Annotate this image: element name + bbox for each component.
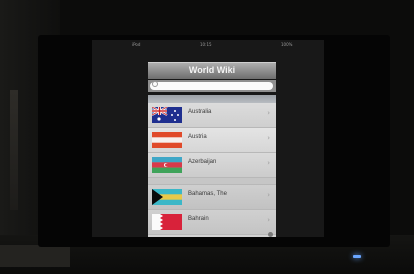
page-title: World Wiki — [188, 65, 236, 75]
bahamas-flag-icon — [152, 189, 182, 205]
list-item-bahamas[interactable]: Bahamas, The › — [148, 185, 276, 210]
background-object — [0, 245, 70, 267]
country-label: Australia — [188, 109, 212, 115]
austria-flag-icon — [152, 132, 182, 148]
section-header — [148, 95, 276, 103]
carrier-label: iPod — [132, 42, 141, 47]
battery-label: 100% — [281, 42, 293, 47]
list-item-bahrain[interactable]: Bahrain › — [148, 210, 276, 235]
country-label: Azerbaijan — [188, 159, 217, 165]
search-bar — [148, 80, 276, 92]
tablet-screen: iPod 10:15 100% World Wiki Australia › A… — [92, 40, 324, 237]
bahrain-flag-icon — [152, 214, 182, 230]
country-label: Austria — [188, 134, 207, 140]
background-object — [10, 90, 18, 210]
search-input[interactable] — [150, 82, 273, 90]
country-label: Bahamas, The — [188, 191, 227, 197]
country-list: Australia › Austria › Azerbaijan › Baham… — [148, 95, 276, 237]
list-item-austria[interactable]: Austria › — [148, 128, 276, 153]
search-icon — [152, 81, 158, 87]
list-divider — [148, 178, 276, 185]
australia-flag-icon — [152, 107, 182, 123]
indicator-light — [353, 255, 361, 258]
list-item-australia[interactable]: Australia › — [148, 103, 276, 128]
clock-label: 10:15 — [200, 42, 212, 47]
country-label: Bahrain — [188, 216, 209, 222]
scroll-indicator — [268, 232, 273, 237]
list-item-azerbaijan[interactable]: Azerbaijan › — [148, 153, 276, 178]
navigation-bar: World Wiki — [148, 62, 276, 79]
section-index-bar[interactable] — [270, 103, 273, 233]
azerbaijan-flag-icon — [152, 157, 182, 173]
status-bar: iPod 10:15 100% — [92, 40, 324, 48]
